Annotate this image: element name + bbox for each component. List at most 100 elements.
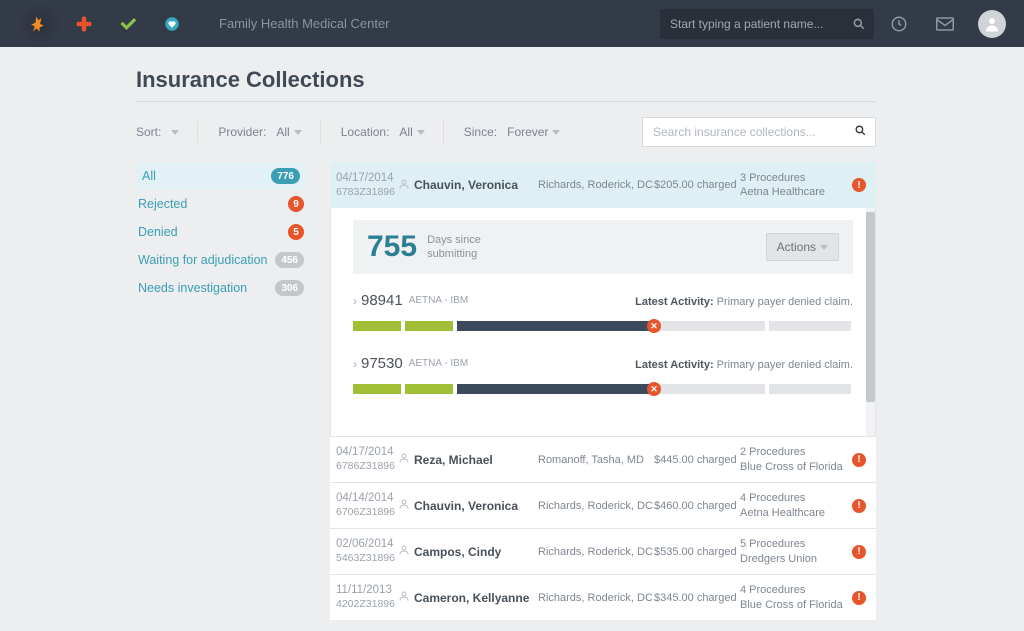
claim-patient: Cameron, Kellyanne — [398, 590, 538, 605]
progress-segment — [405, 321, 453, 331]
since-filter[interactable]: Since: Forever — [464, 121, 579, 143]
claim-row-selected[interactable]: 04/17/2014 6783Z31896 Chauvin, Veronica … — [330, 162, 876, 208]
checkmark-icon[interactable] — [106, 2, 150, 46]
procedure-payer: AETNA - IBM — [409, 295, 468, 306]
sidebar-item[interactable]: Denied5 — [136, 218, 306, 246]
procedure-progress: ✕ — [353, 384, 853, 394]
procedure-progress: ✕ — [353, 321, 853, 331]
sort-filter[interactable]: Sort: — [136, 121, 198, 143]
person-icon — [398, 452, 410, 467]
claim-provider: Romanoff, Tasha, MD — [538, 454, 654, 466]
procedure-payer: AETNA - IBM — [409, 358, 468, 369]
chevron-right-icon: › — [353, 357, 357, 371]
chevron-down-icon — [417, 130, 425, 135]
claim-charged: $445.00 charged — [654, 454, 740, 466]
filter-row: Sort: Provider: All Location: All Since:… — [136, 114, 1024, 150]
page-title: Insurance Collections — [136, 67, 1024, 93]
provider-filter[interactable]: Provider: All — [218, 121, 320, 143]
claim-row[interactable]: 11/11/20134202Z31896 Cameron, Kellyanne … — [330, 574, 876, 620]
actions-button[interactable]: Actions — [766, 233, 839, 261]
claim-date: 02/06/20145463Z31896 — [336, 537, 398, 566]
claim-patient: Reza, Michael — [398, 452, 538, 467]
heart-icon[interactable] — [150, 2, 194, 46]
person-icon — [398, 590, 410, 605]
sidebar-badge: 456 — [275, 252, 304, 268]
search-icon[interactable] — [845, 124, 875, 140]
scrollbar-track[interactable] — [866, 208, 875, 436]
alert-icon: ! — [852, 178, 866, 192]
claims-content: 04/17/2014 6783Z31896 Chauvin, Veronica … — [330, 162, 876, 620]
alert-icon: ! — [852, 453, 866, 467]
claim-row[interactable]: 04/14/20146706Z31896 Chauvin, Veronica R… — [330, 482, 876, 528]
claim-patient: Campos, Cindy — [398, 544, 538, 559]
provider-label: Provider: — [218, 125, 266, 139]
sidebar-item-label: Denied — [138, 225, 178, 239]
claim-provider: Richards, Roderick, DC — [538, 500, 654, 512]
claim-charged: $205.00 charged — [654, 179, 740, 191]
collections-search[interactable] — [642, 117, 876, 147]
sidebar-item[interactable]: Needs investigation306 — [136, 274, 306, 302]
search-icon[interactable] — [844, 9, 874, 39]
sidebar-badge: 9 — [288, 196, 304, 212]
collections-search-input[interactable] — [643, 125, 845, 139]
claim-provider: Richards, Roderick, DC — [538, 546, 654, 558]
procedure-code: 97530 — [361, 355, 403, 372]
procedure-header[interactable]: › 98941 AETNA - IBM — [353, 292, 468, 309]
medical-icon[interactable] — [62, 2, 106, 46]
denied-icon: ✕ — [647, 319, 661, 333]
progress-segment — [405, 384, 453, 394]
history-icon[interactable] — [878, 3, 920, 45]
progress-segment — [353, 321, 401, 331]
scrollbar-thumb[interactable] — [866, 212, 875, 402]
sidebar-item-label: Rejected — [138, 197, 187, 211]
progress-segment — [353, 384, 401, 394]
patient-search[interactable] — [660, 9, 874, 39]
user-avatar[interactable] — [978, 10, 1006, 38]
sidebar-item[interactable]: Rejected 9 — [136, 190, 306, 218]
chevron-down-icon — [171, 130, 179, 135]
since-value: Forever — [507, 125, 548, 139]
procedure-block: › 97530 AETNA - IBM Latest Activity: Pri… — [353, 355, 853, 394]
claim-patient: Chauvin, Veronica — [398, 178, 538, 193]
mail-icon[interactable] — [924, 3, 966, 45]
claim-row[interactable]: 02/06/20145463Z31896 Campos, Cindy Richa… — [330, 528, 876, 574]
claim-procedures: 4 ProceduresAetna Healthcare — [740, 491, 850, 520]
claim-date: 04/17/2014 6783Z31896 — [336, 171, 398, 200]
progress-segment: ✕ — [457, 384, 655, 394]
procedure-block: › 98941 AETNA - IBM Latest Activity: Pri… — [353, 292, 853, 331]
person-icon — [398, 544, 410, 559]
patient-name: Reza, Michael — [414, 453, 493, 467]
sidebar-badge: 306 — [275, 280, 304, 296]
claim-detail-panel: 755 Days since submitting Actions › 9894… — [330, 208, 876, 436]
alert-icon: ! — [852, 545, 866, 559]
patient-name: Chauvin, Veronica — [414, 178, 518, 192]
claim-procedures: 3 Procedures Aetna Healthcare — [740, 171, 850, 200]
claim-procedures: 5 ProceduresDredgers Union — [740, 537, 850, 566]
sort-label: Sort: — [136, 125, 161, 139]
claim-procedures: 4 ProceduresBlue Cross of Florida — [740, 583, 850, 612]
alert-icon: ! — [852, 591, 866, 605]
procedure-code: 98941 — [361, 292, 403, 309]
procedure-header[interactable]: › 97530 AETNA - IBM — [353, 355, 468, 372]
patient-search-input[interactable] — [660, 17, 844, 31]
person-icon — [398, 498, 410, 513]
location-filter[interactable]: Location: All — [341, 121, 444, 143]
app-logo-icon[interactable] — [18, 2, 62, 46]
provider-value: All — [276, 125, 289, 139]
person-icon — [398, 178, 410, 193]
sidebar-badge: 776 — [271, 168, 300, 184]
patient-name: Chauvin, Veronica — [414, 499, 518, 513]
claim-provider: Richards, Roderick, DC — [538, 592, 654, 604]
alert-icon: ! — [852, 499, 866, 513]
claim-procedures: 2 ProceduresBlue Cross of Florida — [740, 445, 850, 474]
status-sidebar: All776 Rejected 9 Denied5Waiting for adjudi… — [136, 162, 306, 620]
claim-date: 11/11/20134202Z31896 — [336, 583, 398, 612]
location-label: Location: — [341, 125, 390, 139]
days-label: Days since submitting — [427, 233, 766, 262]
sidebar-item[interactable]: All776 — [136, 162, 306, 190]
sidebar-item[interactable]: Waiting for adjudication456 — [136, 246, 306, 274]
claim-row[interactable]: 04/17/20146786Z31896 Reza, Michael Roman… — [330, 436, 876, 482]
progress-segment — [769, 321, 851, 331]
procedure-activity: Latest Activity: Primary payer denied cl… — [635, 296, 853, 308]
header-divider — [136, 101, 876, 102]
